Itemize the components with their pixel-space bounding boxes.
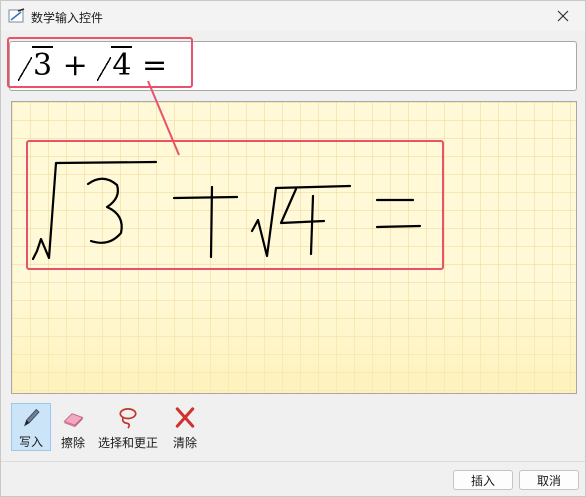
tool-clear-label: 清除 bbox=[172, 436, 197, 450]
dialog-footer: 插入 取消 bbox=[1, 461, 585, 496]
tool-write[interactable]: 写入 bbox=[11, 403, 51, 451]
eraser-icon bbox=[63, 413, 84, 428]
tool-clear[interactable]: 清除 bbox=[167, 403, 203, 451]
tool-erase-label: 擦除 bbox=[60, 436, 85, 450]
clear-x-icon bbox=[175, 407, 195, 428]
tool-write-label: 写入 bbox=[18, 435, 43, 449]
ink-toolbar: 写入 擦除 选择和更正 清除 bbox=[9, 403, 309, 453]
tool-select-correct-label: 选择和更正 bbox=[97, 436, 158, 450]
tool-select-correct[interactable]: 选择和更正 bbox=[96, 403, 160, 451]
math-input-window: 数学输入控件 3 + 4 = 写入 擦除 选择和更正 清除 插入 取消 bbox=[0, 0, 586, 497]
tool-erase[interactable]: 擦除 bbox=[55, 403, 91, 451]
insert-button[interactable]: 插入 bbox=[453, 470, 513, 490]
lasso-icon bbox=[119, 407, 137, 429]
cancel-button[interactable]: 取消 bbox=[519, 470, 579, 490]
pen-icon bbox=[24, 408, 40, 427]
